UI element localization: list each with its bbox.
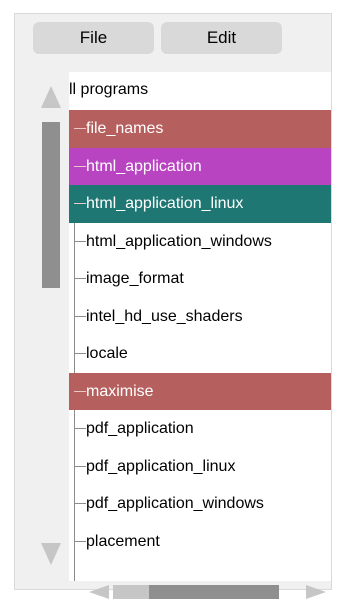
tree-branch-line	[74, 353, 86, 354]
tree-item-label: html_application_linux	[86, 195, 244, 212]
program-tree: ll programs file_names html_applicationht…	[69, 72, 331, 581]
tree-item-label: pdf_application_windows	[86, 495, 264, 512]
tree-item[interactable]: file_names	[69, 110, 331, 148]
vertical-scroll-thumb[interactable]	[42, 122, 60, 288]
tree-item[interactable]: maximise	[69, 372, 331, 410]
tree-root-label[interactable]: ll programs	[69, 76, 148, 104]
tree-item[interactable]: intel_hd_use_shaders	[69, 298, 331, 336]
tree-branch-line	[74, 240, 86, 242]
tree-branch-line	[74, 465, 86, 467]
tree-branch-line	[74, 315, 86, 317]
tree-item[interactable]: pdf_application	[69, 410, 331, 448]
file-menu-button[interactable]: File	[33, 22, 154, 54]
tree-item-label: file_names	[86, 120, 164, 137]
tree-item-label: maximise	[86, 382, 154, 400]
tree-item-label: html_application	[86, 157, 202, 175]
tree-item[interactable]: placement	[69, 523, 331, 561]
tree-item-label: locale	[86, 345, 128, 362]
tree-item-label: intel_hd_use_shaders	[86, 307, 243, 325]
tree-item-label: placement	[86, 532, 160, 550]
tree-item-label: html_application_windows	[86, 232, 272, 250]
scroll-up-arrow-icon[interactable]	[41, 86, 61, 108]
tree-items: file_names html_application html_applicati…	[69, 110, 331, 560]
horizontal-scrollbar[interactable]	[75, 582, 337, 602]
tree-branch-line	[74, 203, 86, 204]
scroll-down-arrow-icon[interactable]	[41, 543, 61, 565]
tree-branch-line	[74, 503, 86, 504]
tree-branch-line	[74, 165, 86, 167]
tree-item[interactable]: image_format	[69, 260, 331, 298]
tree-item-label: pdf_application_linux	[86, 457, 236, 475]
vertical-scrollbar[interactable]	[39, 82, 63, 572]
tree-item-label: image_format	[86, 270, 184, 287]
tree-branch-line	[74, 428, 86, 429]
tree-branch-line	[74, 278, 86, 279]
tree-item-label: pdf_application	[86, 420, 194, 437]
tree-branch-line	[74, 540, 86, 542]
tree-item[interactable]: pdf_application_linux	[69, 448, 331, 486]
tree-item[interactable]: html_application_linux	[69, 185, 331, 223]
tree-item[interactable]: html_application_windows	[69, 223, 331, 261]
tree-item[interactable]: html_application	[69, 147, 331, 185]
tree-branch-line	[74, 128, 86, 129]
app-panel: File Edit ll programs file_names html_app…	[14, 13, 332, 599]
edit-menu-button[interactable]: Edit	[161, 22, 282, 54]
tree-item[interactable]: locale	[69, 335, 331, 373]
tree-branch-line	[74, 390, 86, 392]
tree-item[interactable]: pdf_application_windows	[69, 485, 331, 523]
